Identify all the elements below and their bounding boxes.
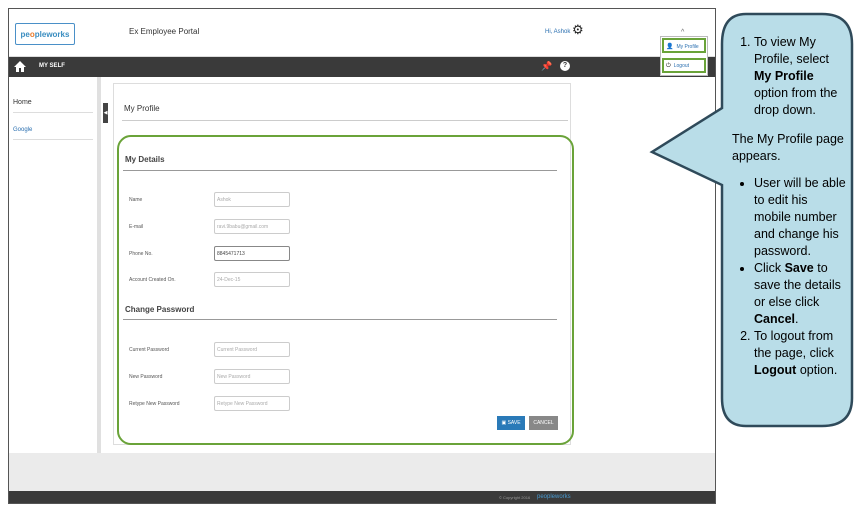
bullet2-b: Save — [784, 261, 814, 275]
navbar: MY SELF 📌 ? — [9, 57, 715, 77]
title-divider — [122, 120, 568, 121]
step2-text-c: option. — [796, 363, 838, 377]
account-created-field: 24-Dec-15 — [214, 272, 290, 287]
retype-password-label: Retype New Password — [129, 401, 180, 407]
new-password-input[interactable]: New Password — [214, 369, 290, 384]
step1-text-a: To view My Profile, select — [754, 35, 830, 66]
logo-suffix: pleworks — [34, 29, 70, 39]
save-label: SAVE — [507, 420, 521, 426]
retype-password-input[interactable]: Retype New Password — [214, 396, 290, 411]
cancel-button[interactable]: CANCEL — [529, 416, 558, 430]
help-icon[interactable]: ? — [560, 61, 570, 71]
email-label: E-mail — [129, 224, 144, 230]
email-field: ravi.9babu@gmail.com — [214, 219, 290, 234]
highlight-frame — [117, 135, 574, 445]
details-divider — [123, 170, 557, 171]
new-password-label: New Password — [129, 374, 163, 380]
step1-text-c: option from the drop down. — [754, 86, 838, 117]
footer: © Copyright 2016 peopleworks — [9, 491, 715, 503]
page-background — [9, 453, 715, 493]
sidebar-item-home[interactable]: Home — [13, 99, 93, 113]
bullet2-d: Cancel — [754, 312, 795, 326]
home-icon[interactable] — [13, 60, 27, 73]
name-label: Name — [129, 197, 143, 203]
callout-bullet-1: User will be able to edit his mobile num… — [754, 175, 847, 260]
pin-icon[interactable]: 📌 — [541, 61, 552, 72]
collapse-arrow-icon[interactable]: ◀ — [103, 103, 108, 123]
nav-section-label[interactable]: MY SELF — [39, 63, 65, 69]
user-greeting[interactable]: Hi, Ashok — [545, 29, 570, 35]
phone-label: Phone No. — [129, 251, 153, 257]
password-divider — [123, 319, 557, 320]
footer-copyright: © Copyright 2016 — [499, 495, 531, 500]
callout-step-1: To view My Profile, select My Profile op… — [754, 34, 847, 119]
current-password-label: Current Password — [129, 347, 170, 353]
stage: pe o pleworks Ex Employee Portal Hi, Ashok… — [0, 0, 861, 512]
footer-logo: peopleworks — [537, 494, 571, 500]
peopleworks-logo[interactable]: pe o pleworks — [15, 23, 75, 45]
callout-paragraph: The My Profile page appears. — [732, 132, 844, 163]
callout-bullet-2: Click Save to save the details or else c… — [754, 260, 847, 328]
step2-text-b: Logout — [754, 363, 797, 377]
sidebar: Home Google — [9, 77, 101, 453]
step1-text-b: My Profile — [754, 69, 814, 83]
callout-step-2: To logout from the page, click Logout op… — [754, 328, 847, 379]
phone-field[interactable]: 8845471713 — [214, 246, 290, 261]
logo-prefix: pe — [20, 29, 30, 39]
callout-text: To view My Profile, select My Profile op… — [732, 34, 847, 379]
name-field: Ashok — [214, 192, 290, 207]
account-created-label: Account Created On. — [129, 277, 176, 283]
top-header: pe o pleworks Ex Employee Portal Hi, Ashok… — [9, 9, 715, 57]
browser-window: pe o pleworks Ex Employee Portal Hi, Ashok… — [8, 8, 716, 504]
portal-title: Ex Employee Portal — [129, 27, 200, 36]
bullet2-e: . — [795, 312, 799, 326]
step2-text-a: To logout from the page, click — [754, 329, 834, 360]
page-title: My Profile — [124, 104, 160, 113]
change-password-heading: Change Password — [125, 305, 195, 314]
sidebar-item-google[interactable]: Google — [13, 127, 93, 140]
my-details-heading: My Details — [125, 155, 165, 164]
save-button[interactable]: ▣ SAVE — [497, 416, 525, 430]
bullet2-a: Click — [754, 261, 785, 275]
gear-icon[interactable]: ⚙ — [572, 23, 584, 36]
current-password-input[interactable]: Current Password — [214, 342, 290, 357]
